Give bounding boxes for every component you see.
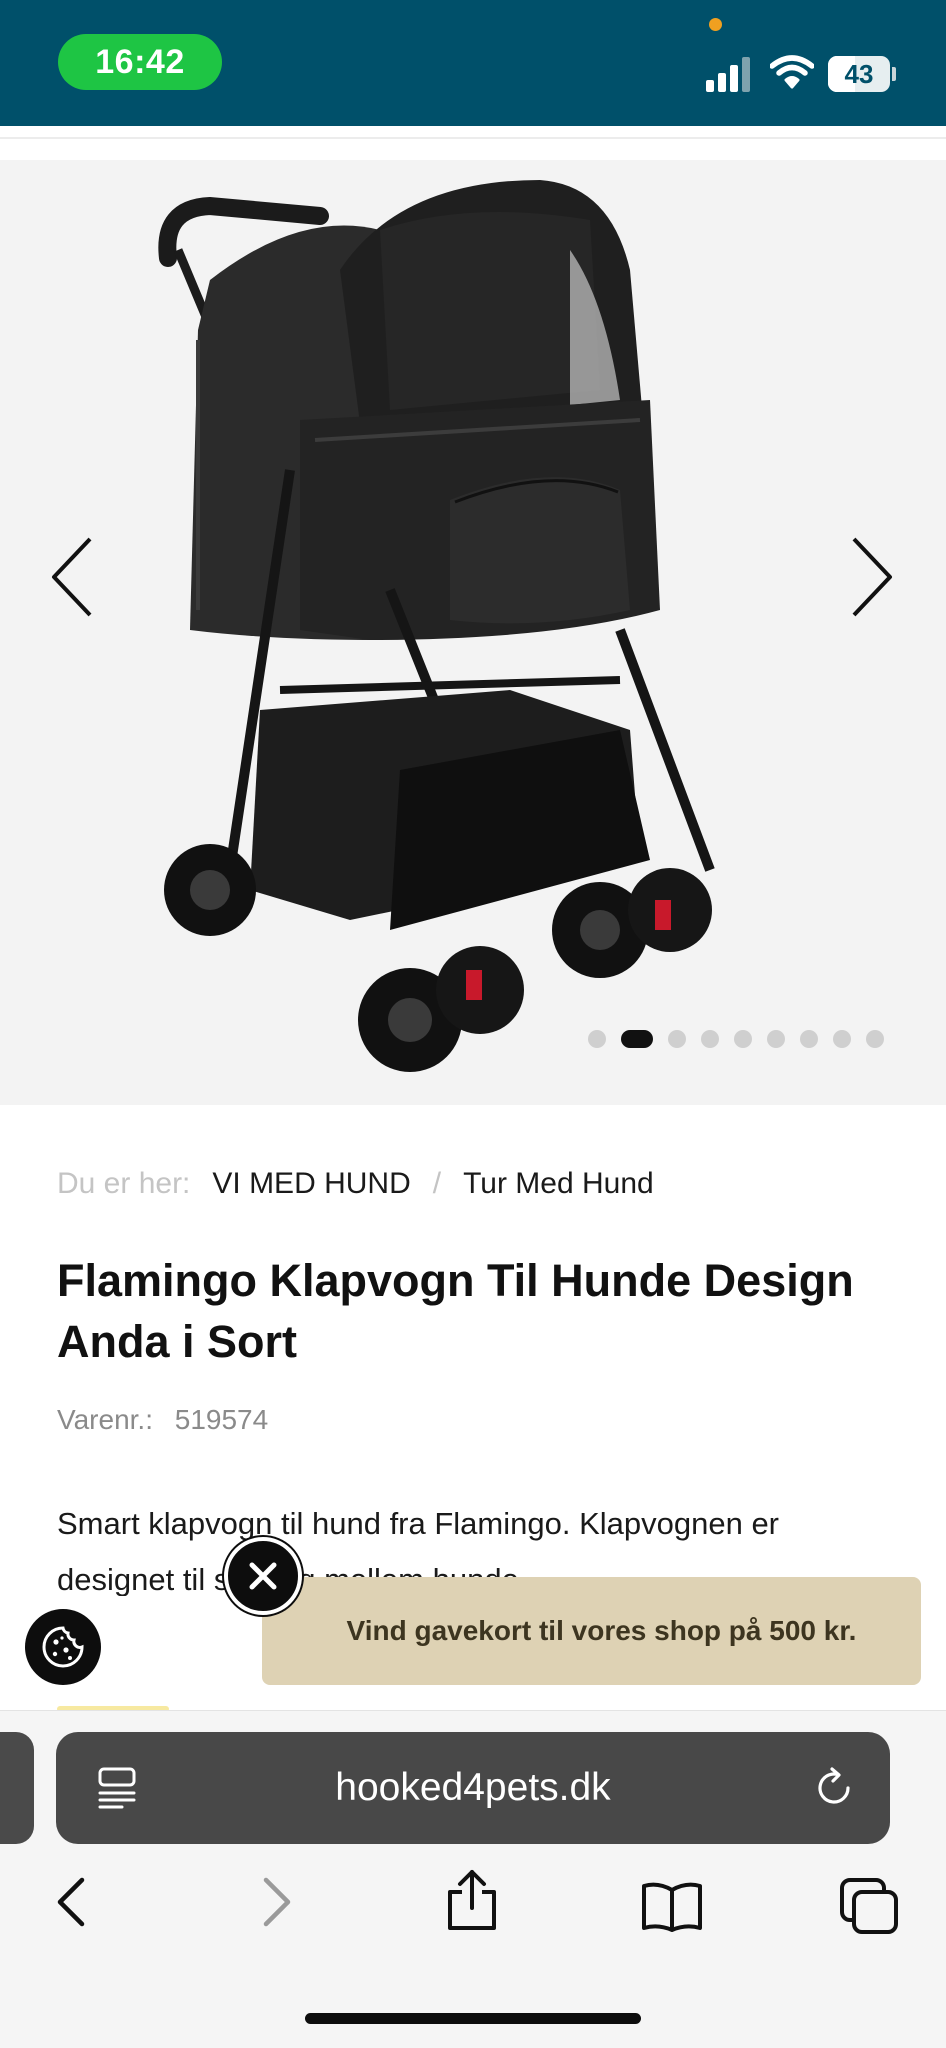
- tabs-icon[interactable]: [838, 1876, 900, 1936]
- breadcrumb-prefix: Du er her:: [57, 1167, 191, 1200]
- gallery-dot[interactable]: [701, 1030, 719, 1048]
- forward-icon[interactable]: [256, 1872, 296, 1932]
- gallery-dot[interactable]: [767, 1030, 785, 1048]
- cellular-signal-icon: [706, 57, 750, 92]
- previous-tab-peek[interactable]: [0, 1732, 34, 1844]
- reload-icon[interactable]: [812, 1766, 856, 1810]
- gallery-dot[interactable]: [833, 1030, 851, 1048]
- product-sku: Varenr.: 519574: [57, 1404, 268, 1436]
- status-time: 16:42: [58, 34, 222, 90]
- gallery-next-arrow[interactable]: [846, 535, 896, 619]
- address-bar-url[interactable]: hooked4pets.dk: [200, 1732, 746, 1844]
- header-divider: [0, 137, 946, 139]
- gallery-dot[interactable]: [588, 1030, 606, 1048]
- cookie-icon: [42, 1626, 84, 1668]
- gallery-prev-arrow[interactable]: [48, 535, 98, 619]
- product-image-dog-stroller[interactable]: [150, 170, 810, 1100]
- product-title: Flamingo Klapvogn Til Hunde Design Anda …: [57, 1255, 854, 1367]
- breadcrumb-separator: /: [432, 1167, 442, 1200]
- battery-indicator: 43: [828, 56, 896, 92]
- home-indicator: [305, 2013, 641, 2024]
- product-gallery[interactable]: [0, 160, 946, 1105]
- breadcrumb: Du er her: VI MED HUND / Tur Med Hund: [57, 1167, 654, 1201]
- gallery-dot[interactable]: [800, 1030, 818, 1048]
- gallery-pagination-dots: [588, 1030, 884, 1048]
- gallery-dot-active[interactable]: [621, 1030, 653, 1048]
- privacy-indicator-dot: [709, 18, 722, 31]
- gallery-dot[interactable]: [866, 1030, 884, 1048]
- sku-label: Varenr.:: [57, 1404, 153, 1435]
- close-icon: [249, 1562, 277, 1590]
- sku-value: 519574: [174, 1404, 269, 1435]
- breadcrumb-item-tur-med-hund[interactable]: Tur Med Hund: [463, 1167, 654, 1201]
- promo-banner[interactable]: Vind gavekort til vores shop på 500 kr.: [262, 1577, 921, 1685]
- gallery-dot[interactable]: [668, 1030, 686, 1048]
- battery-body: 43: [828, 56, 890, 92]
- page: 16:42 43 Du er her: VI MED HUND / Tur Me…: [0, 0, 946, 2048]
- wifi-icon: [770, 55, 814, 89]
- promo-close-button[interactable]: [224, 1537, 302, 1615]
- share-icon[interactable]: [444, 1868, 500, 1932]
- status-bar: 16:42 43: [0, 0, 946, 126]
- gallery-dot[interactable]: [734, 1030, 752, 1048]
- cookie-settings-button[interactable]: [25, 1609, 101, 1685]
- battery-cap: [892, 67, 896, 81]
- reader-mode-icon[interactable]: [96, 1766, 138, 1810]
- back-icon[interactable]: [52, 1872, 92, 1932]
- bookmarks-icon[interactable]: [640, 1880, 704, 1934]
- battery-level: 43: [844, 58, 874, 89]
- breadcrumb-item-vi-med-hund[interactable]: VI MED HUND: [212, 1167, 410, 1201]
